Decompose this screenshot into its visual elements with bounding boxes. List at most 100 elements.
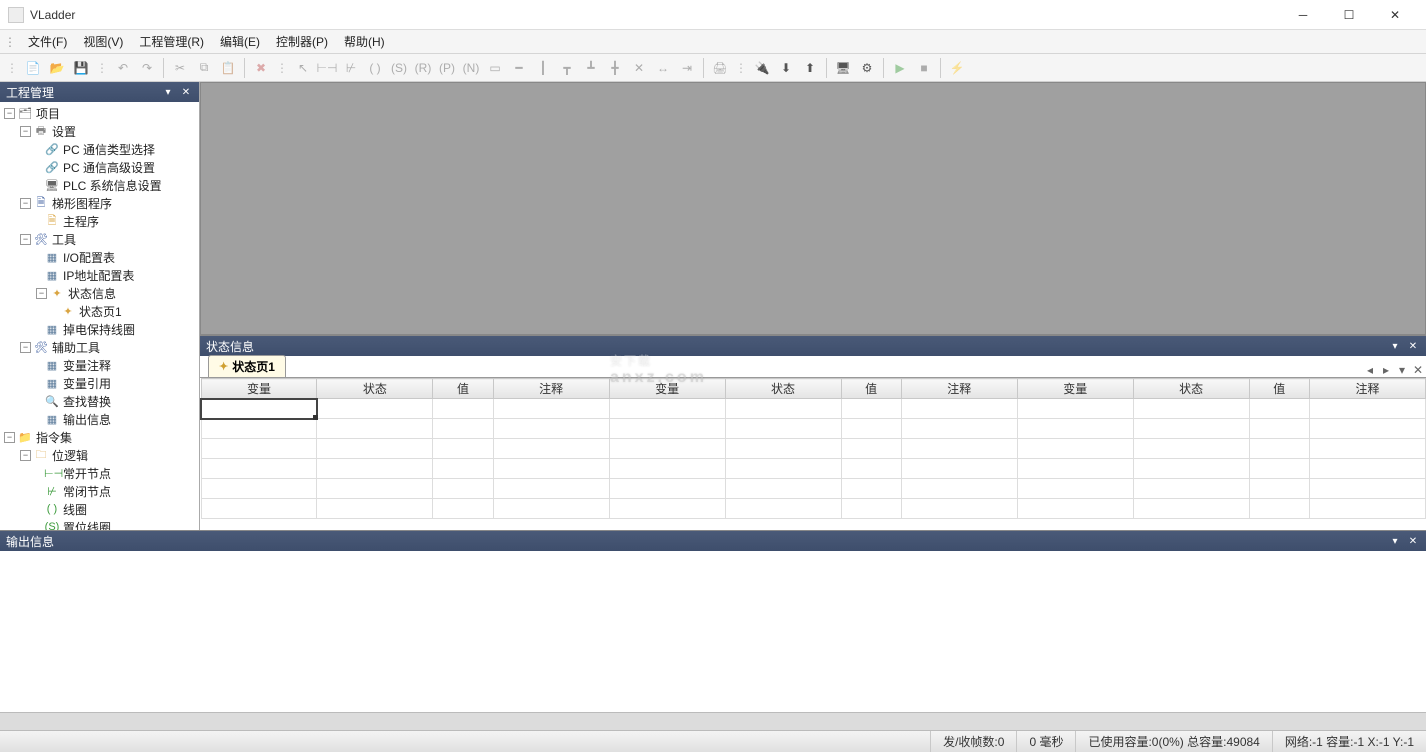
undo-icon[interactable]: ↶ bbox=[112, 57, 134, 79]
download-icon[interactable]: ⬇ bbox=[775, 57, 797, 79]
upload-icon[interactable]: ⬆ bbox=[799, 57, 821, 79]
config-icon[interactable]: ⚙ bbox=[856, 57, 878, 79]
monitor-icon[interactable]: 🖥 bbox=[832, 57, 854, 79]
delete-icon[interactable]: ✖ bbox=[250, 57, 272, 79]
panel-close-icon[interactable]: ✕ bbox=[1406, 341, 1420, 352]
tree-ip-table[interactable]: ▦IP地址配置表 bbox=[0, 266, 199, 284]
tree-plc-sysinfo[interactable]: 🖥PLC 系统信息设置 bbox=[0, 176, 199, 194]
ladder-canvas[interactable] bbox=[200, 82, 1426, 335]
menu-edit[interactable]: 编辑(E) bbox=[212, 31, 268, 52]
table-row[interactable] bbox=[201, 399, 1426, 419]
save-icon[interactable]: 💾 bbox=[70, 57, 92, 79]
redo-icon[interactable]: ↷ bbox=[136, 57, 158, 79]
table-row[interactable] bbox=[201, 419, 1426, 439]
tree-find-replace[interactable]: 🔍查找替换 bbox=[0, 392, 199, 410]
tree-inst-set[interactable]: −📁指令集 bbox=[0, 428, 199, 446]
col-value[interactable]: 值 bbox=[1249, 379, 1309, 399]
connect-icon[interactable]: 🔌 bbox=[751, 57, 773, 79]
insert-row-icon[interactable]: ⇥ bbox=[676, 57, 698, 79]
tree-var-ref[interactable]: ▦变量引用 bbox=[0, 374, 199, 392]
tree-io-table[interactable]: ▦I/O配置表 bbox=[0, 248, 199, 266]
tree-status-page1[interactable]: ✦状态页1 bbox=[0, 302, 199, 320]
tree-bit-logic[interactable]: −🗀位逻辑 bbox=[0, 446, 199, 464]
status-grid[interactable]: 变量 状态 值 注释 变量 状态 值 注释 变量 状态 值 注释 bbox=[200, 378, 1426, 530]
tree-output-info[interactable]: ▦输出信息 bbox=[0, 410, 199, 428]
tree-pc-comm-adv[interactable]: 🔗PC 通信高级设置 bbox=[0, 158, 199, 176]
tree-status-info[interactable]: −✦状态信息 bbox=[0, 284, 199, 302]
close-button[interactable]: ✕ bbox=[1372, 0, 1418, 30]
col-state[interactable]: 状态 bbox=[725, 379, 841, 399]
tree-tools[interactable]: −🛠工具 bbox=[0, 230, 199, 248]
minimize-button[interactable]: ─ bbox=[1280, 0, 1326, 30]
stop-icon[interactable]: ■ bbox=[913, 57, 935, 79]
col-value[interactable]: 值 bbox=[841, 379, 901, 399]
col-comment[interactable]: 注释 bbox=[1309, 379, 1425, 399]
tree-coil[interactable]: ( )线圈 bbox=[0, 500, 199, 518]
new-icon[interactable]: 📄 bbox=[22, 57, 44, 79]
nc-contact-icon[interactable]: ⊬ bbox=[340, 57, 362, 79]
table-row[interactable] bbox=[201, 499, 1426, 519]
tab-status-page1[interactable]: ✦ 状态页1 bbox=[208, 355, 286, 377]
run-icon[interactable]: ▶ bbox=[889, 57, 911, 79]
cut-icon[interactable]: ✂ bbox=[169, 57, 191, 79]
tab-prev-icon[interactable]: ◂ bbox=[1362, 363, 1378, 377]
tree-nc-contact[interactable]: ⊬常闭节点 bbox=[0, 482, 199, 500]
del-hline-icon[interactable]: ↔ bbox=[652, 57, 674, 79]
tree-set-coil[interactable]: (S)置位线圈 bbox=[0, 518, 199, 530]
paste-icon[interactable]: 📋 bbox=[217, 57, 239, 79]
col-comment[interactable]: 注释 bbox=[901, 379, 1017, 399]
tab-close-icon[interactable]: ✕ bbox=[1410, 363, 1426, 377]
col-var[interactable]: 变量 bbox=[201, 379, 317, 399]
branch-down-icon[interactable]: ┳ bbox=[556, 57, 578, 79]
pointer-icon[interactable]: ↖ bbox=[292, 57, 314, 79]
col-var[interactable]: 变量 bbox=[609, 379, 725, 399]
reset-coil-icon[interactable]: (R) bbox=[412, 57, 434, 79]
del-vline-icon[interactable]: ✕ bbox=[628, 57, 650, 79]
neg-edge-icon[interactable]: (N) bbox=[460, 57, 482, 79]
tree-main-prog[interactable]: 🗎主程序 bbox=[0, 212, 199, 230]
panel-close-icon[interactable]: ✕ bbox=[179, 87, 193, 98]
menu-controller[interactable]: 控制器(P) bbox=[268, 31, 336, 52]
no-contact-icon[interactable]: ⊢⊣ bbox=[316, 57, 338, 79]
tree-no-contact[interactable]: ⊢⊣常开节点 bbox=[0, 464, 199, 482]
hline-icon[interactable]: ━ bbox=[508, 57, 530, 79]
copy-icon[interactable]: ⧉ bbox=[193, 57, 215, 79]
menu-file[interactable]: 文件(F) bbox=[20, 31, 75, 52]
menu-view[interactable]: 视图(V) bbox=[75, 31, 131, 52]
compile-icon[interactable]: ⚡ bbox=[946, 57, 968, 79]
col-var[interactable]: 变量 bbox=[1017, 379, 1133, 399]
col-value[interactable]: 值 bbox=[433, 379, 493, 399]
tree-ladder-prog[interactable]: −🗎梯形图程序 bbox=[0, 194, 199, 212]
panel-dropdown-icon[interactable]: ▾ bbox=[161, 87, 175, 98]
table-row[interactable] bbox=[201, 479, 1426, 499]
tree-var-comment[interactable]: ▦变量注释 bbox=[0, 356, 199, 374]
set-coil-icon[interactable]: (S) bbox=[388, 57, 410, 79]
fb-icon[interactable]: ▭ bbox=[484, 57, 506, 79]
tab-menu-icon[interactable]: ▾ bbox=[1394, 363, 1410, 377]
pos-edge-icon[interactable]: (P) bbox=[436, 57, 458, 79]
col-state[interactable]: 状态 bbox=[317, 379, 433, 399]
vline-icon[interactable]: ┃ bbox=[532, 57, 554, 79]
panel-dropdown-icon[interactable]: ▾ bbox=[1388, 341, 1402, 352]
tree-aux-tools[interactable]: −🛠辅助工具 bbox=[0, 338, 199, 356]
tree-pc-comm-type[interactable]: 🔗PC 通信类型选择 bbox=[0, 140, 199, 158]
output-body[interactable] bbox=[0, 551, 1426, 712]
menu-project[interactable]: 工程管理(R) bbox=[131, 31, 212, 52]
panel-close-icon[interactable]: ✕ bbox=[1406, 536, 1420, 547]
print-icon[interactable]: 🖨 bbox=[709, 57, 731, 79]
col-state[interactable]: 状态 bbox=[1133, 379, 1249, 399]
maximize-button[interactable]: ☐ bbox=[1326, 0, 1372, 30]
branch-up-icon[interactable]: ┻ bbox=[580, 57, 602, 79]
panel-dropdown-icon[interactable]: ▾ bbox=[1388, 536, 1402, 547]
tab-next-icon[interactable]: ▸ bbox=[1378, 363, 1394, 377]
menu-help[interactable]: 帮助(H) bbox=[336, 31, 393, 52]
tree-settings[interactable]: −🖶设置 bbox=[0, 122, 199, 140]
tree-retentive[interactable]: ▦掉电保持线圈 bbox=[0, 320, 199, 338]
coil-icon[interactable]: ( ) bbox=[364, 57, 386, 79]
col-comment[interactable]: 注释 bbox=[493, 379, 609, 399]
table-row[interactable] bbox=[201, 439, 1426, 459]
branch-icon[interactable]: ╋ bbox=[604, 57, 626, 79]
project-tree[interactable]: −🗂项目 −🖶设置 🔗PC 通信类型选择 🔗PC 通信高级设置 🖥PLC 系统信… bbox=[0, 102, 199, 530]
tree-project[interactable]: −🗂项目 bbox=[0, 104, 199, 122]
table-row[interactable] bbox=[201, 459, 1426, 479]
